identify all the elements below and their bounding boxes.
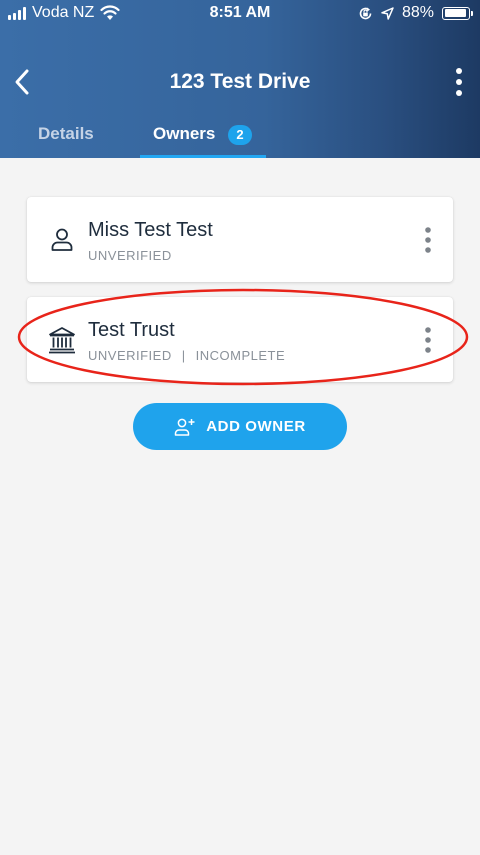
owner-card[interactable]: Test Trust UNVERIFIED | INCOMPLETE [27,297,453,382]
more-options-button[interactable] [444,64,474,100]
add-person-icon [174,418,195,436]
more-vertical-icon [425,327,431,353]
app-header: Voda NZ 8:51 AM 88% 123 Test Drive Detai… [0,0,480,158]
owner-status: UNVERIFIED [88,248,172,263]
owner-status: UNVERIFIED | INCOMPLETE [88,348,285,363]
tab-owners[interactable]: Owners 2 [140,118,266,158]
more-vertical-icon [425,227,431,253]
status-bar: Voda NZ 8:51 AM 88% [0,0,480,28]
owner-menu-button[interactable] [419,223,437,257]
bank-icon [49,327,75,354]
more-vertical-icon [456,68,462,96]
owner-name: Test Trust [88,319,175,341]
tab-details-label: Details [38,124,94,143]
owner-card[interactable]: Miss Test Test UNVERIFIED [27,197,453,282]
verification-status: UNVERIFIED [88,248,172,263]
owner-name: Miss Test Test [88,219,213,241]
orientation-lock-icon [359,7,372,19]
verification-status: UNVERIFIED [88,348,172,363]
owner-menu-button[interactable] [419,323,437,357]
status-separator: | [181,348,186,363]
status-right: 88% [358,4,473,22]
owners-count-badge: 2 [228,125,252,145]
completion-status: INCOMPLETE [195,348,286,363]
page-title: 123 Test Drive [169,70,311,93]
tab-details[interactable]: Details [24,118,116,158]
battery-icon [442,6,473,20]
battery-percent: 88% [401,4,434,21]
active-tab-indicator [140,155,266,158]
tab-owners-label: Owners [153,124,216,143]
tab-bar: Details Owners 2 [0,118,480,158]
person-icon [51,228,73,251]
location-icon [381,6,394,20]
nav-bar: 123 Test Drive [0,55,480,109]
add-owner-label: ADD OWNER [206,418,306,435]
add-owner-button[interactable]: ADD OWNER [133,403,347,450]
